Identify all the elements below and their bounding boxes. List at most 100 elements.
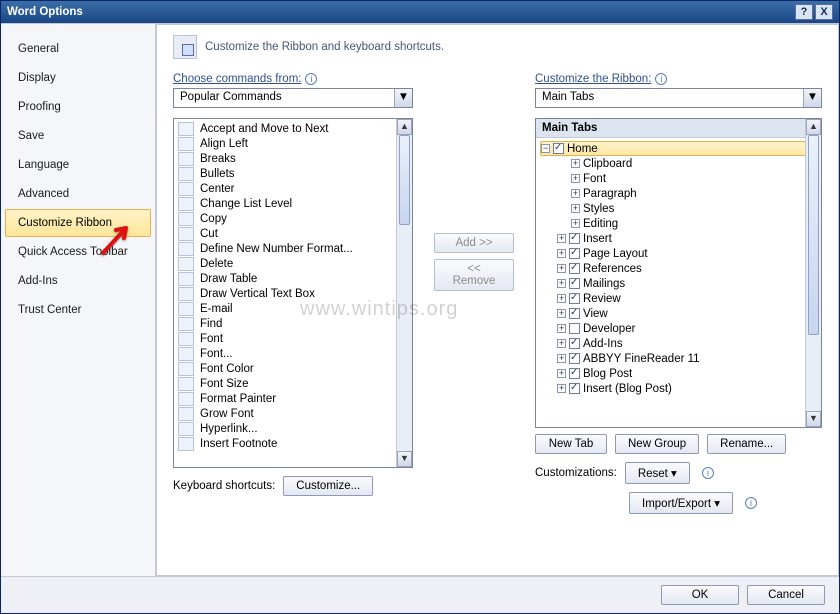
new-group-button[interactable]: New Group [615,434,699,454]
expand-icon[interactable]: + [557,294,566,303]
sidebar-item-customize-ribbon[interactable]: Customize Ribbon [5,209,151,237]
sidebar-item-trust-center[interactable]: Trust Center [5,296,151,324]
command-item[interactable]: Insert Footnote [174,436,412,451]
expand-icon[interactable]: + [557,384,566,393]
expand-icon[interactable]: + [571,219,580,228]
command-item[interactable]: E-mail [174,301,412,316]
command-item[interactable]: Center [174,181,412,196]
info-icon[interactable]: i [702,467,714,479]
scroll-thumb[interactable] [399,135,410,225]
tree-node[interactable]: +Add-Ins [540,336,817,351]
tree-node[interactable]: +ABBYY FineReader 11 [540,351,817,366]
expand-icon[interactable]: + [557,309,566,318]
command-item[interactable]: Breaks▶ [174,151,412,166]
tree-node[interactable]: −Home [540,141,817,156]
command-item[interactable]: Font▶ [174,331,412,346]
command-item[interactable]: Copy [174,211,412,226]
scroll-down-icon[interactable]: ▼ [397,451,412,467]
tree-node[interactable]: +Styles [540,201,817,216]
tree-node[interactable]: +Insert (Blog Post) [540,381,817,396]
collapse-icon[interactable]: − [541,144,550,153]
sidebar-item-display[interactable]: Display [5,64,151,92]
tree-node[interactable]: +Review [540,291,817,306]
expand-icon[interactable]: + [557,324,566,333]
command-item[interactable]: Cut [174,226,412,241]
expand-icon[interactable]: + [557,369,566,378]
sidebar-item-quick-access-toolbar[interactable]: Quick Access Toolbar [5,238,151,266]
expand-icon[interactable]: + [557,279,566,288]
commands-listbox[interactable]: Accept and Move to NextAlign LeftBreaks▶… [173,118,413,468]
expand-icon[interactable]: + [557,249,566,258]
tree-node[interactable]: +Mailings [540,276,817,291]
command-item[interactable]: Delete [174,256,412,271]
command-item[interactable]: Accept and Move to Next [174,121,412,136]
checkbox[interactable] [569,278,580,289]
command-item[interactable]: Change List Level▶ [174,196,412,211]
command-item[interactable]: Font Size▶ [174,376,412,391]
new-tab-button[interactable]: New Tab [535,434,607,454]
cancel-button[interactable]: Cancel [747,585,825,605]
command-item[interactable]: Draw Table [174,271,412,286]
info-icon[interactable]: i [745,497,757,509]
command-item[interactable]: Define New Number Format... [174,241,412,256]
sidebar-item-add-ins[interactable]: Add-Ins [5,267,151,295]
customize-shortcuts-button[interactable]: Customize... [283,476,373,496]
scroll-down-icon[interactable]: ▼ [806,411,821,427]
command-item[interactable]: Find [174,316,412,331]
expand-icon[interactable]: + [557,234,566,243]
checkbox[interactable] [569,263,580,274]
tree-node[interactable]: +Blog Post [540,366,817,381]
command-item[interactable]: Font Color▶ [174,361,412,376]
command-item[interactable]: Format Painter [174,391,412,406]
tree-node[interactable]: +Clipboard [540,156,817,171]
commands-scrollbar[interactable]: ▲ ▼ [396,119,412,467]
checkbox[interactable] [569,353,580,364]
checkbox[interactable] [569,368,580,379]
remove-button[interactable]: << Remove [434,259,514,291]
reset-button[interactable]: Reset ▾ [625,462,690,484]
tree-node[interactable]: +Paragraph [540,186,817,201]
info-icon[interactable]: i [655,73,667,85]
command-item[interactable]: Bullets▶ [174,166,412,181]
tree-scrollbar[interactable]: ▲ ▼ [805,119,821,427]
checkbox[interactable] [569,248,580,259]
help-button[interactable]: ? [795,4,813,20]
checkbox[interactable] [553,143,564,154]
expand-icon[interactable]: + [571,174,580,183]
checkbox[interactable] [569,308,580,319]
tree-node[interactable]: +View [540,306,817,321]
tree-node[interactable]: +Font [540,171,817,186]
info-icon[interactable]: i [305,73,317,85]
expand-icon[interactable]: + [557,264,566,273]
command-item[interactable]: Align Left [174,136,412,151]
tree-node[interactable]: +Editing [540,216,817,231]
checkbox[interactable] [569,383,580,394]
add-button[interactable]: Add >> [434,233,514,253]
expand-icon[interactable]: + [571,204,580,213]
sidebar-item-save[interactable]: Save [5,122,151,150]
checkbox[interactable] [569,323,580,334]
checkbox[interactable] [569,293,580,304]
sidebar-item-proofing[interactable]: Proofing [5,93,151,121]
ribbon-tree[interactable]: Main Tabs −Home+Clipboard+Font+Paragraph… [535,118,822,428]
scroll-up-icon[interactable]: ▲ [806,119,821,135]
tree-node[interactable]: +Insert [540,231,817,246]
command-item[interactable]: Hyperlink... [174,421,412,436]
rename-button[interactable]: Rename... [707,434,786,454]
checkbox[interactable] [569,338,580,349]
scroll-up-icon[interactable]: ▲ [397,119,412,135]
command-item[interactable]: Font... [174,346,412,361]
scroll-thumb[interactable] [808,135,819,335]
expand-icon[interactable]: + [571,159,580,168]
expand-icon[interactable]: + [557,339,566,348]
tree-node[interactable]: +References [540,261,817,276]
close-button[interactable]: X [815,4,833,20]
sidebar-item-advanced[interactable]: Advanced [5,180,151,208]
ok-button[interactable]: OK [661,585,739,605]
customize-ribbon-combo[interactable]: Main Tabs ▼ [535,88,822,108]
tree-node[interactable]: +Developer [540,321,817,336]
tree-node[interactable]: +Page Layout [540,246,817,261]
expand-icon[interactable]: + [557,354,566,363]
sidebar-item-language[interactable]: Language [5,151,151,179]
import-export-button[interactable]: Import/Export ▾ [629,492,733,514]
